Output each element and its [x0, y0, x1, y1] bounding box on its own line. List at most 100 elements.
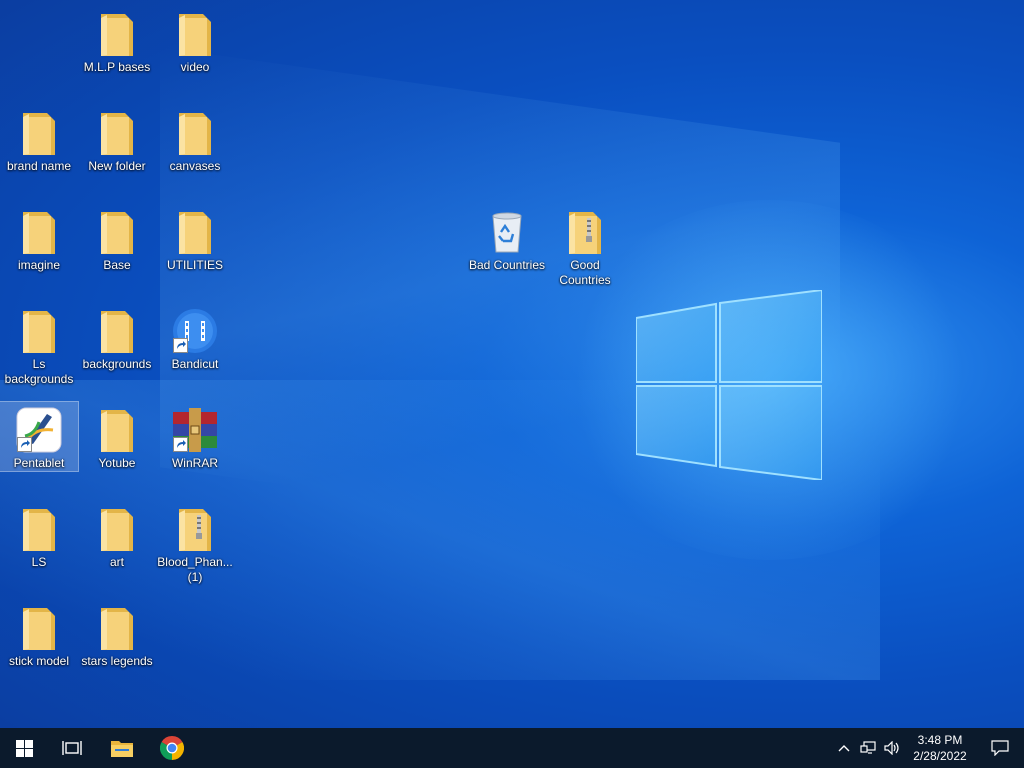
- desktop-icon-label: Bandicut: [171, 357, 219, 371]
- desktop-icon-label: WinRAR: [171, 456, 218, 470]
- network-icon: [860, 741, 876, 754]
- desktop-icon-good-countries[interactable]: Good Countries: [546, 204, 624, 288]
- desktop-icon-image: [171, 109, 219, 157]
- desktop-icon-image: [171, 307, 219, 355]
- desktop-icon-bad-countries[interactable]: Bad Countries: [468, 204, 546, 273]
- desktop-icon-label: M.L.P bases: [83, 60, 151, 74]
- desktop-icon-imagine[interactable]: imagine: [0, 204, 78, 273]
- desktop-icon-image: [171, 10, 219, 58]
- volume-button[interactable]: [880, 728, 904, 768]
- action-center-button[interactable]: [976, 728, 1024, 768]
- desktop-icon-label: Pentablet: [13, 456, 65, 470]
- folder-icon: [179, 212, 211, 254]
- desktop-icon-label: art: [109, 555, 124, 569]
- folder-icon: [111, 741, 133, 757]
- desktop-icon-blood-phan-1[interactable]: Blood_Phan... (1): [156, 501, 234, 585]
- desktop-icon-image: [93, 208, 141, 256]
- desktop-icon-brand-name[interactable]: brand name: [0, 105, 78, 174]
- desktop-icon-winrar[interactable]: WinRAR: [156, 402, 234, 471]
- desktop-icon-image: [561, 208, 609, 256]
- desktop-icon-label: Yotube: [98, 456, 136, 470]
- folder-icon: [101, 410, 133, 452]
- clock-time: 3:48 PM: [917, 733, 963, 747]
- folder-icon: [101, 311, 133, 353]
- desktop-icon-video[interactable]: video: [156, 6, 234, 75]
- start-button[interactable]: [0, 728, 48, 768]
- taskbar: 3:48 PM 2/28/2022: [0, 728, 1024, 768]
- folder-icon: [23, 113, 55, 155]
- windows-logo-wallpaper: [636, 290, 822, 480]
- show-hidden-icons-button[interactable]: [832, 728, 856, 768]
- task-view-button[interactable]: [48, 728, 96, 768]
- notification-icon: [991, 740, 1009, 756]
- desktop-icon-image: [171, 208, 219, 256]
- desktop-icon-label: imagine: [17, 258, 61, 272]
- recycle-bin-icon: [492, 212, 522, 253]
- desktop-icon-image: [93, 10, 141, 58]
- chrome-button[interactable]: [148, 728, 196, 768]
- desktop-icon-label: brand name: [6, 159, 72, 173]
- desktop-icon-image: [15, 307, 63, 355]
- desktop-icon-image: [93, 505, 141, 553]
- desktop-icon-image: [171, 505, 219, 553]
- folder-icon: [23, 212, 55, 254]
- desktop-icon-bandicut[interactable]: Bandicut: [156, 303, 234, 372]
- folder-icon: [101, 14, 133, 56]
- folder-icon: [179, 14, 211, 56]
- desktop-icon-m-l-p-bases[interactable]: M.L.P bases: [78, 6, 156, 75]
- desktop-icon-label: Good Countries: [559, 258, 611, 287]
- desktop-icon-stars-legends[interactable]: stars legends: [78, 600, 156, 669]
- file-explorer-button[interactable]: [98, 728, 146, 768]
- shortcut-arrow-icon: [17, 437, 32, 452]
- desktop-icon-canvases[interactable]: canvases: [156, 105, 234, 174]
- shortcut-arrow-icon: [173, 338, 188, 353]
- desktop-icon-label: Ls backgrounds: [4, 357, 74, 386]
- folder-icon: [23, 608, 55, 650]
- desktop-icon-label: canvases: [169, 159, 221, 173]
- folder-icon: [179, 113, 211, 155]
- desktop-icon-label: backgrounds: [82, 357, 152, 371]
- desktop-icon-label: Bad Countries: [468, 258, 546, 272]
- network-button[interactable]: [856, 728, 880, 768]
- folder-icon: [101, 608, 133, 650]
- desktop-icon-stick-model[interactable]: stick model: [0, 600, 78, 669]
- folder-icon: [101, 212, 133, 254]
- desktop-icon-label: Blood_Phan... (1): [157, 555, 233, 584]
- desktop-icon-label: UTILITIES: [166, 258, 223, 272]
- zip-folder-icon: [179, 509, 211, 551]
- chevron-up-icon: [838, 745, 850, 752]
- task-view-icon: [62, 741, 82, 755]
- desktop-icon-backgrounds[interactable]: backgrounds: [78, 303, 156, 372]
- desktop-icon-label: Base: [103, 258, 131, 272]
- desktop-icon-utilities[interactable]: UTILITIES: [156, 204, 234, 273]
- desktop-icon-image: [15, 208, 63, 256]
- desktop-icon-label: stick model: [8, 654, 70, 668]
- desktop-icon-label: New folder: [88, 159, 146, 173]
- desktop-icon-label: video: [180, 60, 210, 74]
- desktop-icon-label: stars legends: [81, 654, 153, 668]
- folder-icon: [101, 509, 133, 551]
- zip-folder-icon: [569, 212, 601, 254]
- desktop-icon-new-folder[interactable]: New folder: [78, 105, 156, 174]
- desktop-icon-image: [483, 208, 531, 256]
- desktop-icon-image: [93, 406, 141, 454]
- desktop-icon-image: [15, 505, 63, 553]
- folder-icon: [23, 509, 55, 551]
- desktop-icon-image: [93, 604, 141, 652]
- desktop-icon-yotube[interactable]: Yotube: [78, 402, 156, 471]
- desktop-icon-label: LS: [31, 555, 47, 569]
- system-tray: 3:48 PM 2/28/2022: [832, 728, 1024, 768]
- desktop-icon-art[interactable]: art: [78, 501, 156, 570]
- desktop-icon-image: [93, 109, 141, 157]
- desktop-icon-image: [15, 604, 63, 652]
- desktop-icon-pentablet[interactable]: Pentablet: [0, 401, 79, 472]
- volume-icon: [884, 741, 899, 755]
- desktop-icon-image: [15, 109, 63, 157]
- desktop-icon-ls[interactable]: LS: [0, 501, 78, 570]
- desktop-icon-ls-backgrounds[interactable]: Ls backgrounds: [0, 303, 78, 387]
- desktop-icon-base[interactable]: Base: [78, 204, 156, 273]
- desktop-icon-image: [93, 307, 141, 355]
- desktop-icon-image: [15, 406, 63, 454]
- clock[interactable]: 3:48 PM 2/28/2022: [904, 732, 976, 764]
- shortcut-arrow-icon: [173, 437, 188, 452]
